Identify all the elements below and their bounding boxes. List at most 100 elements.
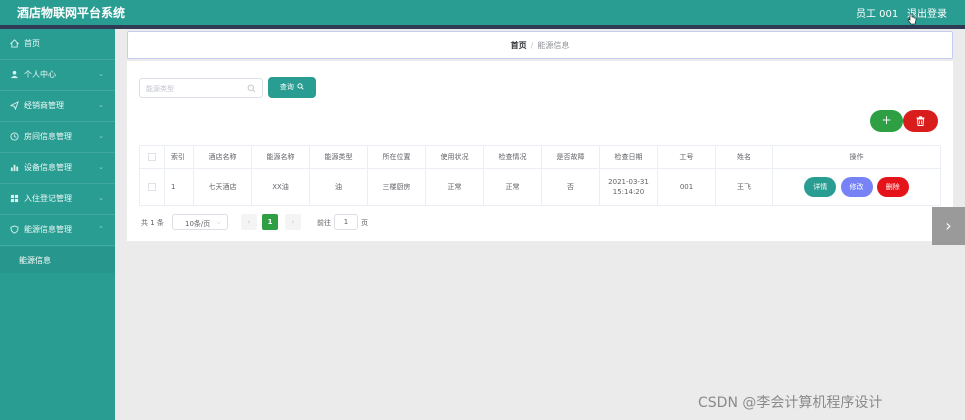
sidebar-subitem-label: 能源信息 xyxy=(19,256,51,265)
column-header: 检查情况 xyxy=(483,145,542,169)
check-time: 15:14:20 xyxy=(612,188,645,196)
column-header: 能源名称 xyxy=(251,145,310,169)
shield-icon xyxy=(10,225,19,234)
page-size-select[interactable]: 10条/页 ⌵ xyxy=(172,214,228,230)
column-header: 所在位置 xyxy=(367,145,426,169)
sidebar-item-energy[interactable]: 能源信息管理 ⌃ xyxy=(0,215,115,246)
breadcrumb-home[interactable]: 首页 xyxy=(511,41,527,50)
cell-location: 三楼厨房 xyxy=(367,168,426,206)
chevron-down-icon: ⌵ xyxy=(216,219,221,226)
column-header: 是否故障 xyxy=(541,145,600,169)
cell-index: 1 xyxy=(164,168,194,206)
column-header: 酒店名称 xyxy=(193,145,252,169)
prev-page-button[interactable]: ‹ xyxy=(241,214,257,230)
cell-energy-name: XX油 xyxy=(251,168,310,206)
app-title: 酒店物联网平台系统 xyxy=(17,6,126,20)
search-field[interactable] xyxy=(139,78,263,98)
cell-inspection: 正常 xyxy=(483,168,542,206)
batch-delete-button[interactable] xyxy=(903,110,938,132)
column-header: 使用状况 xyxy=(425,145,484,169)
sidebar-item-dealers[interactable]: 经销商管理 ⌄ xyxy=(0,91,115,122)
page-number-button[interactable]: 1 xyxy=(262,214,278,230)
search-icon xyxy=(247,84,256,93)
chevron-down-icon: ⌄ xyxy=(98,163,104,171)
sidebar: 首页 个人中心 ⌄ 经销商管理 ⌄ 房间信息管理 ⌄ 设备信息管理 ⌄ 入住登记… xyxy=(0,29,115,420)
delete-button[interactable]: 删除 xyxy=(876,177,909,197)
chevron-right-icon: › xyxy=(291,218,295,226)
top-bar: 酒店物联网平台系统 员工 001 退出登录 xyxy=(0,0,965,25)
sidebar-subitem-energy-info[interactable]: 能源信息 xyxy=(0,247,115,273)
user-icon xyxy=(10,70,19,79)
pagination-total: 共 1 条 xyxy=(141,219,164,227)
column-header: 能源类型 xyxy=(309,145,368,169)
check-date: 2021-03-31 xyxy=(608,178,649,186)
detail-button[interactable]: 详情 xyxy=(804,177,837,197)
sidebar-item-label: 入住登记管理 xyxy=(24,194,72,203)
table-header-row: 索引 酒店名称 能源名称 能源类型 所在位置 使用状况 检查情况 是否故障 检查… xyxy=(139,145,941,169)
watermark: CSDN @李会计算机程序设计 xyxy=(698,395,883,411)
chevron-left-icon: ‹ xyxy=(247,218,251,226)
current-user-label: 员工 001 xyxy=(856,9,899,20)
column-header: 操作 xyxy=(772,145,941,169)
cell-staff-no: 001 xyxy=(657,168,716,206)
chart-icon xyxy=(10,164,19,172)
sidebar-item-label: 经销商管理 xyxy=(24,101,64,110)
sidebar-item-checkin[interactable]: 入住登记管理 ⌄ xyxy=(0,184,115,215)
next-page-button[interactable]: › xyxy=(285,214,301,230)
select-all-cell[interactable] xyxy=(139,145,165,169)
column-header: 索引 xyxy=(164,145,194,169)
breadcrumb-current: 能源信息 xyxy=(537,41,570,50)
sidebar-item-profile[interactable]: 个人中心 ⌄ xyxy=(0,60,115,91)
energy-table: 索引 酒店名称 能源名称 能源类型 所在位置 使用状况 检查情况 是否故障 检查… xyxy=(139,145,941,206)
sidebar-item-rooms[interactable]: 房间信息管理 ⌄ xyxy=(0,122,115,153)
chevron-down-icon: ⌄ xyxy=(98,194,104,202)
goto-page-input[interactable]: 1 xyxy=(334,214,358,230)
column-header: 工号 xyxy=(657,145,716,169)
chevron-down-icon: ⌄ xyxy=(98,101,104,109)
goto-label: 前往 xyxy=(317,219,331,227)
query-button-label: 查询 xyxy=(279,83,294,91)
cell-energy-type: 油 xyxy=(309,168,368,206)
sidebar-item-label: 首页 xyxy=(24,39,40,48)
chevron-right-icon: › xyxy=(945,216,952,235)
cell-fault: 否 xyxy=(541,168,600,206)
row-select-cell[interactable] xyxy=(139,168,165,206)
chevron-down-icon: ⌄ xyxy=(98,70,104,78)
hand-cursor-icon xyxy=(907,13,917,25)
cell-hotel: 七天酒店 xyxy=(193,168,252,206)
select-all-checkbox[interactable] xyxy=(148,153,156,161)
table-row: 1 七天酒店 XX油 油 三楼厨房 正常 正常 否 2021-03-31 15:… xyxy=(139,168,941,206)
chevron-up-icon: ⌃ xyxy=(98,225,104,233)
column-header: 检查日期 xyxy=(599,145,658,169)
add-button[interactable]: + xyxy=(870,110,903,132)
sidebar-item-home[interactable]: 首页 xyxy=(0,29,115,60)
sidebar-item-label: 房间信息管理 xyxy=(24,132,72,141)
breadcrumb: 首页 / 能源信息 xyxy=(127,31,953,59)
home-icon xyxy=(10,39,19,48)
chevron-down-icon: ⌄ xyxy=(98,132,104,140)
sidebar-item-devices[interactable]: 设备信息管理 ⌄ xyxy=(0,153,115,184)
sidebar-item-label: 设备信息管理 xyxy=(24,163,72,172)
cell-check-date: 2021-03-31 15:14:20 xyxy=(599,168,658,206)
cell-usage: 正常 xyxy=(425,168,484,206)
search-icon xyxy=(297,83,304,90)
plus-icon: + xyxy=(881,113,892,127)
energy-type-search-input[interactable] xyxy=(146,81,246,96)
send-icon xyxy=(10,101,19,110)
column-header: 姓名 xyxy=(715,145,773,169)
page-unit-label: 页 xyxy=(361,219,368,227)
grid-icon xyxy=(10,194,19,203)
header-divider xyxy=(0,25,965,29)
cell-name: 王飞 xyxy=(715,168,773,206)
row-checkbox[interactable] xyxy=(148,183,156,191)
query-button[interactable]: 查询 xyxy=(268,77,316,98)
edit-button[interactable]: 修改 xyxy=(840,177,873,197)
cell-actions: 详情 修改 删除 xyxy=(772,168,941,206)
sidebar-item-label: 个人中心 xyxy=(24,70,56,79)
next-slide-button[interactable]: › xyxy=(932,207,965,245)
page-size-value: 10条/页 xyxy=(185,220,211,228)
sidebar-item-label: 能源信息管理 xyxy=(24,225,72,234)
breadcrumb-separator: / xyxy=(530,41,534,50)
clock-icon xyxy=(10,132,19,141)
trash-icon xyxy=(916,116,925,126)
